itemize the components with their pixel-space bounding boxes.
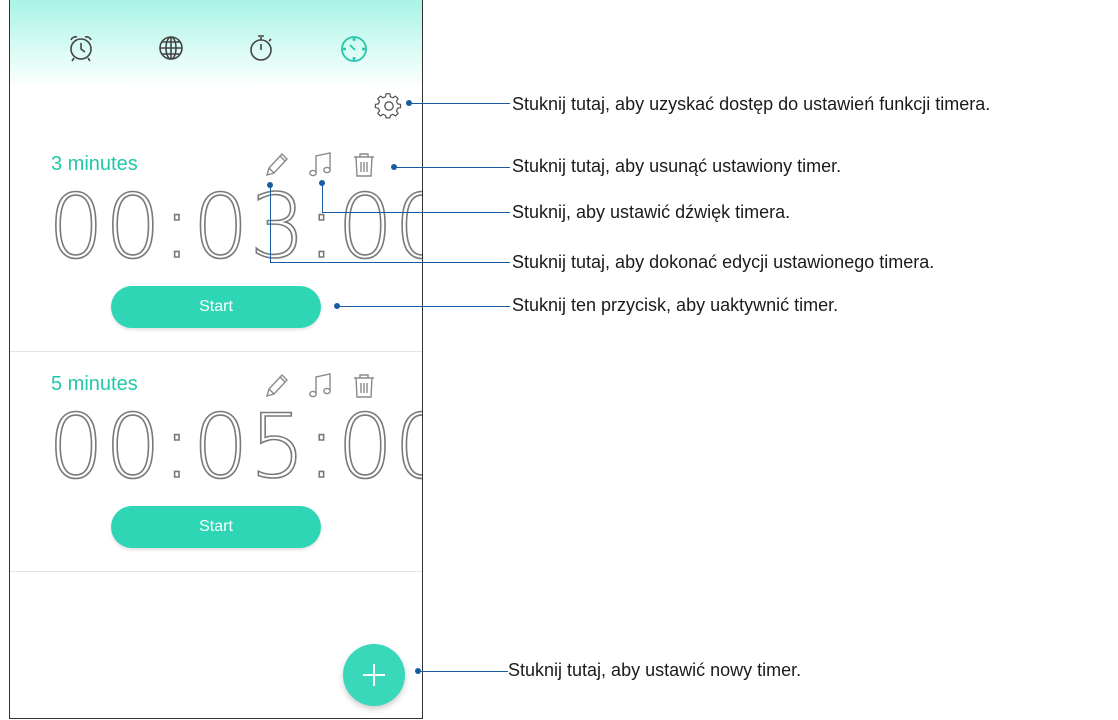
world-clock-icon — [159, 36, 183, 60]
callout-edit: Stuknij tutaj, aby dokonać edycji ustawi… — [512, 252, 935, 272]
callout-line — [338, 306, 510, 307]
callout-start: Stuknij ten przycisk, aby uaktywnić time… — [512, 295, 839, 315]
tab-world-clock[interactable] — [151, 28, 191, 68]
callout-line — [419, 671, 508, 672]
callout-sound: Stuknij, aby ustawić dźwięk timera. — [512, 202, 791, 222]
callout-line — [395, 167, 510, 168]
alarm-clock-icon — [70, 36, 92, 62]
settings-gear-icon[interactable] — [374, 92, 404, 122]
divider — [10, 571, 422, 572]
callout-delete: Stuknij tutaj, aby usunąć ustawiony time… — [512, 156, 842, 176]
stopwatch-icon — [250, 35, 272, 61]
callout-line — [322, 183, 323, 213]
callout-add: Stuknij tutaj, aby ustawić nowy timer. — [508, 660, 802, 680]
clock-app-screen: 3 minutes 00:03:00 Start 5 minutes 00:05… — [9, 0, 423, 719]
plus-icon — [363, 664, 385, 686]
tab-timer[interactable] — [334, 28, 374, 68]
callout-line — [270, 262, 510, 263]
start-button[interactable]: Start — [111, 506, 321, 548]
timer-icon — [341, 36, 367, 62]
timer-countdown: 00:03:00 — [47, 175, 423, 278]
tab-bar — [10, 0, 422, 88]
add-timer-button[interactable] — [343, 644, 405, 706]
timer-label: 3 minutes — [51, 153, 138, 175]
timer-countdown: 00:05:00 — [47, 395, 423, 498]
start-button[interactable]: Start — [111, 286, 321, 328]
tab-stopwatch[interactable] — [241, 28, 281, 68]
callout-line — [410, 103, 510, 104]
tab-alarm[interactable] — [61, 28, 101, 68]
callout-line — [270, 185, 271, 263]
callout-settings: Stuknij tutaj, aby uzyskać dostęp do ust… — [512, 94, 991, 114]
timer-label: 5 minutes — [51, 373, 138, 395]
divider — [10, 351, 422, 352]
callout-line — [322, 212, 510, 213]
